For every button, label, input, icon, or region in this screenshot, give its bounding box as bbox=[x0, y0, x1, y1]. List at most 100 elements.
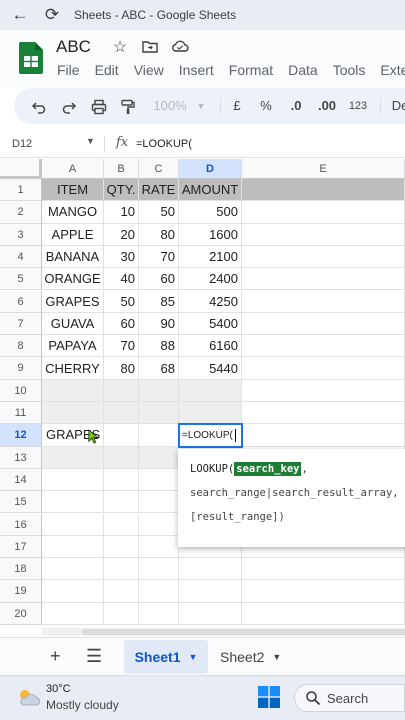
column-header-b[interactable]: B bbox=[104, 159, 139, 179]
percent-button[interactable]: % bbox=[257, 88, 275, 124]
cell-a17[interactable] bbox=[42, 535, 104, 559]
row-header-5[interactable]: 5 bbox=[0, 268, 42, 291]
row-header-15[interactable]: 15 bbox=[0, 491, 42, 514]
cell-d18[interactable] bbox=[179, 558, 242, 581]
back-arrow-icon[interactable]: ← bbox=[8, 5, 32, 25]
all-sheets-icon[interactable]: ☰ bbox=[86, 646, 102, 667]
cell-a1[interactable]: ITEM bbox=[42, 179, 104, 202]
row-header-19[interactable]: 19 bbox=[0, 580, 42, 603]
menu-view[interactable]: View bbox=[134, 62, 164, 78]
caret-down-icon[interactable]: ▼ bbox=[86, 136, 95, 146]
cell-a13[interactable] bbox=[42, 446, 104, 469]
cell-a3[interactable]: APPLE bbox=[42, 223, 104, 246]
cell-e2[interactable] bbox=[242, 201, 405, 224]
cell-a8[interactable]: PAPAYA bbox=[42, 335, 104, 358]
reload-icon[interactable]: ⟳ bbox=[40, 5, 64, 25]
cell-b3[interactable]: 20 bbox=[104, 223, 139, 246]
cell-c4[interactable]: 70 bbox=[139, 245, 179, 269]
column-header-c[interactable]: C bbox=[139, 159, 179, 179]
cell-d8[interactable]: 6160 bbox=[179, 335, 242, 358]
menu-file[interactable]: File bbox=[57, 62, 80, 78]
cell-b11[interactable] bbox=[104, 402, 139, 425]
cell-e19[interactable] bbox=[242, 580, 405, 603]
cell-c8[interactable]: 88 bbox=[139, 335, 179, 358]
cell-a20[interactable] bbox=[42, 602, 104, 625]
cell-c15[interactable] bbox=[139, 491, 179, 514]
currency-button[interactable]: £ bbox=[228, 88, 246, 124]
cell-e10[interactable] bbox=[242, 379, 405, 402]
row-header-2[interactable]: 2 bbox=[0, 201, 42, 224]
select-all-corner[interactable] bbox=[0, 159, 42, 179]
cell-b18[interactable] bbox=[104, 558, 139, 581]
sheet-tab-2[interactable]: Sheet2 ▼ bbox=[220, 640, 290, 674]
menu-data[interactable]: Data bbox=[288, 62, 318, 78]
row-header-6[interactable]: 6 bbox=[0, 290, 42, 313]
menu-format[interactable]: Format bbox=[229, 62, 273, 78]
cell-c6[interactable]: 85 bbox=[139, 290, 179, 313]
cell-e18[interactable] bbox=[242, 558, 405, 581]
cell-b2[interactable]: 10 bbox=[104, 201, 139, 224]
redo-icon[interactable] bbox=[58, 88, 80, 124]
cell-e20[interactable] bbox=[242, 602, 405, 625]
cell-c12[interactable] bbox=[139, 424, 179, 447]
cell-b12[interactable] bbox=[104, 424, 139, 447]
font-select[interactable]: De bbox=[390, 88, 405, 124]
cell-b7[interactable]: 60 bbox=[104, 312, 139, 336]
cell-c1[interactable]: RATE bbox=[139, 179, 179, 202]
cell-b20[interactable] bbox=[104, 602, 139, 625]
cell-c3[interactable]: 80 bbox=[139, 223, 179, 246]
cell-a11[interactable] bbox=[42, 402, 104, 425]
caret-down-icon[interactable]: ▼ bbox=[194, 88, 208, 124]
number-format-button[interactable]: 123 bbox=[344, 88, 372, 124]
cell-c11[interactable] bbox=[139, 402, 179, 425]
cell-e7[interactable] bbox=[242, 312, 405, 336]
row-header-9[interactable]: 9 bbox=[0, 357, 42, 380]
row-header-1[interactable]: 1 bbox=[0, 179, 42, 202]
move-folder-icon[interactable] bbox=[140, 38, 160, 58]
cell-e8[interactable] bbox=[242, 335, 405, 358]
row-header-11[interactable]: 11 bbox=[0, 402, 42, 425]
cell-d1[interactable]: AMOUNT bbox=[179, 179, 242, 202]
row-header-14[interactable]: 14 bbox=[0, 468, 42, 492]
row-header-17[interactable]: 17 bbox=[0, 535, 42, 559]
name-box[interactable]: D12 bbox=[12, 138, 32, 150]
horizontal-scrollbar[interactable] bbox=[42, 628, 405, 636]
cell-b6[interactable]: 50 bbox=[104, 290, 139, 313]
windows-icon[interactable] bbox=[258, 686, 280, 708]
cell-b8[interactable]: 70 bbox=[104, 335, 139, 358]
cell-e9[interactable] bbox=[242, 357, 405, 380]
menu-extensions[interactable]: Exter bbox=[380, 62, 405, 78]
cell-c10[interactable] bbox=[139, 379, 179, 402]
cell-a6[interactable]: GRAPES bbox=[42, 290, 104, 313]
cell-d3[interactable]: 1600 bbox=[179, 223, 242, 246]
cloud-saved-icon[interactable] bbox=[170, 38, 190, 58]
row-header-13[interactable]: 13 bbox=[0, 446, 42, 469]
menu-tools[interactable]: Tools bbox=[333, 62, 366, 78]
increase-decimal-button[interactable]: .00 bbox=[314, 88, 340, 124]
menu-edit[interactable]: Edit bbox=[95, 62, 119, 78]
row-header-20[interactable]: 20 bbox=[0, 602, 42, 625]
cell-b15[interactable] bbox=[104, 491, 139, 514]
cell-b13[interactable] bbox=[104, 446, 139, 469]
cell-b19[interactable] bbox=[104, 580, 139, 603]
row-header-3[interactable]: 3 bbox=[0, 223, 42, 246]
cell-a10[interactable] bbox=[42, 379, 104, 402]
cell-b4[interactable]: 30 bbox=[104, 245, 139, 269]
cell-a16[interactable] bbox=[42, 513, 104, 536]
caret-down-icon[interactable]: ▼ bbox=[189, 652, 198, 662]
cell-a14[interactable] bbox=[42, 468, 104, 492]
cell-e11[interactable] bbox=[242, 402, 405, 425]
cell-a4[interactable]: BANANA bbox=[42, 245, 104, 269]
cell-c13[interactable] bbox=[139, 446, 179, 469]
formula-input[interactable]: =LOOKUP( bbox=[136, 138, 192, 150]
cell-a7[interactable]: GUAVA bbox=[42, 312, 104, 336]
cell-b9[interactable]: 80 bbox=[104, 357, 139, 380]
column-header-a[interactable]: A bbox=[42, 159, 104, 179]
cell-b5[interactable]: 40 bbox=[104, 268, 139, 291]
doc-title[interactable]: ABC bbox=[56, 37, 91, 57]
taskbar-search[interactable]: Search bbox=[294, 684, 405, 712]
cell-b14[interactable] bbox=[104, 468, 139, 492]
cell-c17[interactable] bbox=[139, 535, 179, 559]
cell-c16[interactable] bbox=[139, 513, 179, 536]
cell-b10[interactable] bbox=[104, 379, 139, 402]
